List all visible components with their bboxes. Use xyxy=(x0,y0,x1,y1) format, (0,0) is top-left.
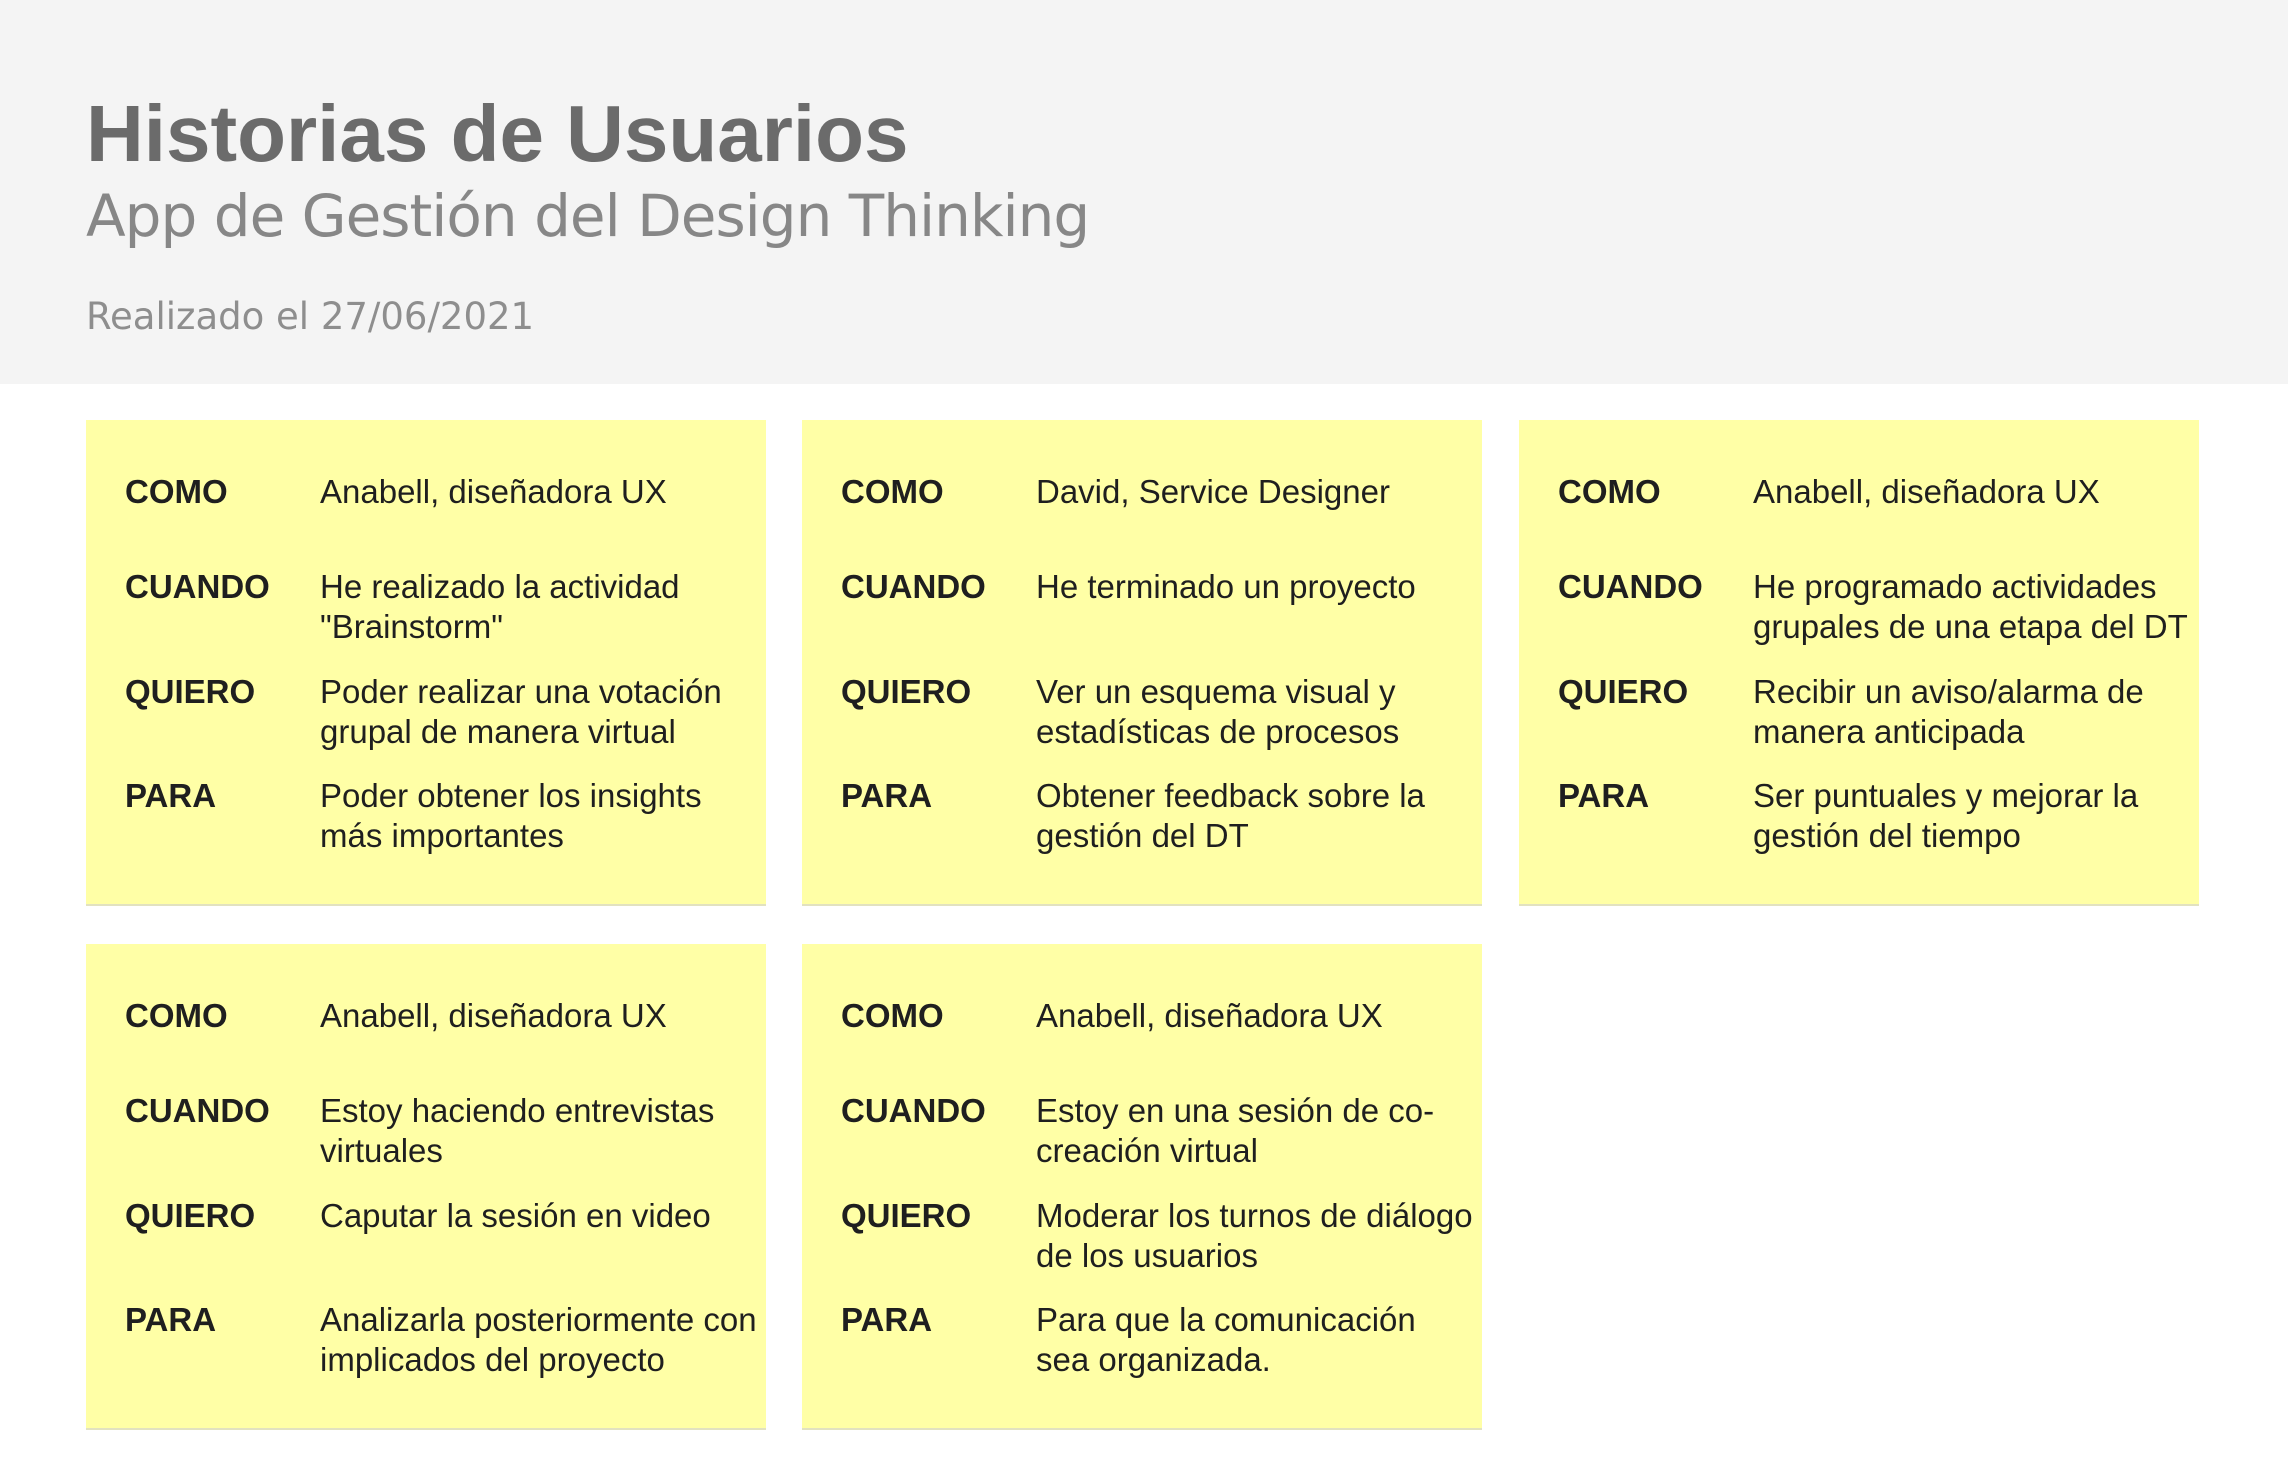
story-row-cuando: CUANDO Estoy haciendo entrevistas virtua… xyxy=(86,1091,766,1191)
story-row-para: PARA Ser puntuales y mejorar la gestión … xyxy=(1519,776,2199,876)
value-para: Poder obtener los insights más important… xyxy=(320,777,702,854)
value-para: Para que la comunicación sea organizada. xyxy=(1036,1301,1416,1378)
value-como: David, Service Designer xyxy=(1036,473,1390,510)
label-para: PARA xyxy=(841,777,933,814)
label-quiero: QUIERO xyxy=(125,673,256,710)
date-label: Realizado el 27/06/2021 xyxy=(86,295,535,338)
label-para: PARA xyxy=(125,777,217,814)
label-como: COMO xyxy=(841,473,944,510)
story-row-como: COMO David, Service Designer xyxy=(802,472,1482,572)
label-cuando: CUANDO xyxy=(1558,568,1703,605)
label-cuando: CUANDO xyxy=(125,1092,270,1129)
label-cuando: CUANDO xyxy=(841,1092,986,1129)
label-como: COMO xyxy=(1558,473,1661,510)
value-como: Anabell, diseñadora UX xyxy=(320,997,667,1034)
value-cuando: He terminado un proyecto xyxy=(1036,568,1416,605)
value-para: Obtener feedback sobre la gestión del DT xyxy=(1036,777,1425,854)
story-row-cuando: CUANDO Estoy en una sesión de co-creació… xyxy=(802,1091,1482,1191)
label-como: COMO xyxy=(841,997,944,1034)
story-row-cuando: CUANDO He programado actividades grupale… xyxy=(1519,567,2199,667)
label-para: PARA xyxy=(125,1301,217,1338)
value-quiero: Moderar los turnos de diálogo de los usu… xyxy=(1036,1197,1473,1274)
story-row-quiero: QUIERO Caputar la sesión en video xyxy=(86,1196,766,1296)
value-cuando: Estoy en una sesión de co-creación virtu… xyxy=(1036,1092,1435,1169)
label-cuando: CUANDO xyxy=(841,568,986,605)
story-row-como: COMO Anabell, diseñadora UX xyxy=(86,996,766,1096)
story-row-quiero: QUIERO Poder realizar una votación grupa… xyxy=(86,672,766,772)
label-quiero: QUIERO xyxy=(841,673,972,710)
page-subtitle: App de Gestión del Design Thinking xyxy=(86,182,1090,250)
page-title: Historias de Usuarios xyxy=(86,89,909,178)
user-story-card: COMO Anabell, diseñadora UX CUANDO Estoy… xyxy=(802,944,1482,1430)
story-row-para: PARA Obtener feedback sobre la gestión d… xyxy=(802,776,1482,876)
label-quiero: QUIERO xyxy=(841,1197,972,1234)
value-como: Anabell, diseñadora UX xyxy=(1036,997,1383,1034)
value-quiero: Recibir un aviso/alarma de manera antici… xyxy=(1753,673,2144,750)
label-cuando: CUANDO xyxy=(125,568,270,605)
value-cuando: He programado actividades grupales de un… xyxy=(1753,568,2188,645)
story-row-para: PARA Para que la comunicación sea organi… xyxy=(802,1300,1482,1400)
user-story-card: COMO Anabell, diseñadora UX CUANDO Estoy… xyxy=(86,944,766,1430)
user-story-card: COMO David, Service Designer CUANDO He t… xyxy=(802,420,1482,906)
story-row-como: COMO Anabell, diseñadora UX xyxy=(1519,472,2199,572)
story-row-quiero: QUIERO Ver un esquema visual y estadísti… xyxy=(802,672,1482,772)
story-row-quiero: QUIERO Recibir un aviso/alarma de manera… xyxy=(1519,672,2199,772)
story-row-cuando: CUANDO He realizado la actividad "Brains… xyxy=(86,567,766,667)
label-para: PARA xyxy=(1558,777,1650,814)
story-row-quiero: QUIERO Moderar los turnos de diálogo de … xyxy=(802,1196,1482,1296)
user-story-card: COMO Anabell, diseñadora UX CUANDO He pr… xyxy=(1519,420,2199,906)
label-para: PARA xyxy=(841,1301,933,1338)
value-para: Analizarla posteriormente con implicados… xyxy=(320,1301,757,1378)
value-como: Anabell, diseñadora UX xyxy=(320,473,667,510)
value-cuando: He realizado la actividad "Brainstorm" xyxy=(320,568,680,645)
label-quiero: QUIERO xyxy=(125,1197,256,1234)
story-row-para: PARA Analizarla posteriormente con impli… xyxy=(86,1300,766,1400)
story-row-como: COMO Anabell, diseñadora UX xyxy=(86,472,766,572)
label-quiero: QUIERO xyxy=(1558,673,1689,710)
value-para: Ser puntuales y mejorar la gestión del t… xyxy=(1753,777,2139,854)
header: Historias de Usuarios App de Gestión del… xyxy=(0,0,2288,384)
user-story-card: COMO Anabell, diseñadora UX CUANDO He re… xyxy=(86,420,766,906)
value-quiero: Ver un esquema visual y estadísticas de … xyxy=(1036,673,1400,750)
story-row-como: COMO Anabell, diseñadora UX xyxy=(802,996,1482,1096)
label-como: COMO xyxy=(125,473,228,510)
story-row-para: PARA Poder obtener los insights más impo… xyxy=(86,776,766,876)
story-row-cuando: CUANDO He terminado un proyecto xyxy=(802,567,1482,667)
value-quiero: Poder realizar una votación grupal de ma… xyxy=(320,673,722,750)
value-como: Anabell, diseñadora UX xyxy=(1753,473,2100,510)
label-como: COMO xyxy=(125,997,228,1034)
value-cuando: Estoy haciendo entrevistas virtuales xyxy=(320,1092,715,1169)
value-quiero: Caputar la sesión en video xyxy=(320,1197,711,1234)
